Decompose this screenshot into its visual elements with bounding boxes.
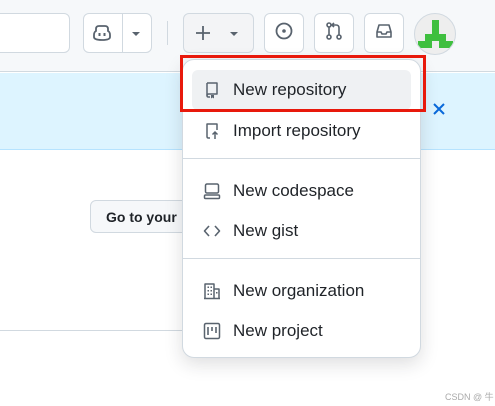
copilot-icon[interactable] xyxy=(92,23,112,48)
pull-requests-button[interactable] xyxy=(314,13,354,53)
copilot-button-group[interactable] xyxy=(83,13,152,53)
menu-divider xyxy=(183,158,420,159)
plus-icon[interactable] xyxy=(193,23,213,48)
menu-item-new-project[interactable]: New project xyxy=(192,311,411,351)
button-separator xyxy=(122,14,123,52)
x-icon[interactable] xyxy=(430,100,448,118)
organization-icon xyxy=(203,282,221,300)
menu-item-label: New gist xyxy=(233,221,299,240)
codespaces-icon xyxy=(203,182,221,200)
code-icon xyxy=(203,222,221,240)
chevron-down-icon[interactable] xyxy=(130,27,142,45)
menu-item-import-repository[interactable]: Import repository xyxy=(192,111,411,151)
issue-icon[interactable] xyxy=(274,21,294,46)
chevron-down-icon[interactable] xyxy=(228,27,240,45)
menu-item-new-gist[interactable]: New gist xyxy=(192,211,411,251)
pull-request-icon[interactable] xyxy=(324,21,344,46)
inbox-button[interactable] xyxy=(364,13,404,53)
user-avatar[interactable] xyxy=(414,13,456,55)
issues-button[interactable] xyxy=(264,13,304,53)
menu-item-label: New codespace xyxy=(233,181,354,200)
content-divider xyxy=(0,330,184,331)
watermark-text: CSDN @ 牛 xyxy=(445,392,494,402)
project-icon xyxy=(203,322,221,340)
menu-divider xyxy=(183,258,420,259)
repo-push-icon xyxy=(203,122,221,140)
search-input[interactable] xyxy=(0,13,70,53)
create-new-button[interactable] xyxy=(183,13,254,53)
header-divider xyxy=(167,21,168,45)
annotation-highlight-box xyxy=(180,55,426,112)
menu-item-label: New organization xyxy=(233,281,365,300)
menu-item-label: New project xyxy=(233,321,323,340)
inbox-icon[interactable] xyxy=(374,21,394,46)
menu-item-new-organization[interactable]: New organization xyxy=(192,271,411,311)
menu-item-label: Import repository xyxy=(233,121,361,140)
menu-item-new-codespace[interactable]: New codespace xyxy=(192,171,411,211)
